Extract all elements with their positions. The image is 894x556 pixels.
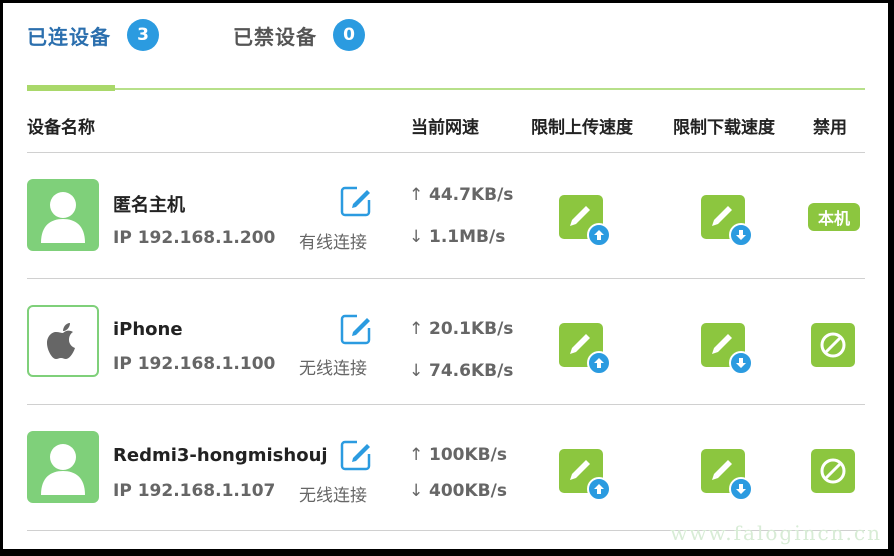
this-device-badge: 本机 [808, 203, 860, 231]
column-header-speed: 当前网速 [411, 118, 479, 138]
device-management-panel: 已连设备 3 已禁设备 0 设备名称 当前网速 限制上传速度 限制下载速度 禁用… [3, 3, 888, 549]
arrow-down-icon: ↓ [409, 481, 424, 501]
download-arrow-icon [729, 477, 753, 501]
upload-speed: ↑ 100KB/s [409, 445, 507, 465]
tab-connected-devices[interactable]: 已连设备 3 [27, 19, 159, 51]
limit-upload-button[interactable] [559, 195, 611, 247]
download-speed-value: 1.1MB/s [429, 227, 506, 247]
limit-download-button[interactable] [701, 323, 753, 375]
tab-active-indicator [27, 85, 115, 91]
arrow-down-icon: ↓ [409, 227, 424, 247]
tab-connected-label: 已连设备 [27, 24, 111, 49]
tab-banned-devices[interactable]: 已禁设备 0 [233, 19, 365, 51]
device-ip: IP 192.168.1.200 [113, 228, 276, 248]
ban-device-button[interactable] [811, 449, 855, 493]
download-speed: ↓ 74.6KB/s [409, 361, 513, 381]
watermark-text: www.falogincn.cn [670, 521, 882, 545]
arrow-up-icon: ↑ [409, 185, 424, 205]
tab-banned-label: 已禁设备 [233, 24, 317, 49]
arrow-down-icon: ↓ [409, 361, 424, 381]
upload-arrow-icon [587, 223, 611, 247]
edit-name-icon[interactable] [339, 184, 373, 218]
column-header-upload-limit: 限制上传速度 [531, 118, 633, 138]
device-name: Redmi3-hongmishouj [113, 445, 328, 466]
upload-arrow-icon [587, 477, 611, 501]
ban-device-button[interactable] [811, 323, 855, 367]
limit-upload-button[interactable] [559, 323, 611, 375]
column-header-download-limit: 限制下载速度 [673, 118, 775, 138]
block-icon [820, 332, 846, 358]
download-speed-value: 400KB/s [429, 481, 507, 501]
tab-banned-count-badge: 0 [333, 19, 365, 51]
upload-speed-value: 100KB/s [429, 445, 507, 465]
download-arrow-icon [729, 223, 753, 247]
table-row: iPhone IP 192.168.1.100 无线连接 ↑ 20.1KB/s ↓… [3, 279, 888, 405]
device-name: 匿名主机 [113, 195, 185, 216]
column-header-ban: 禁用 [813, 118, 847, 138]
block-icon [820, 458, 846, 484]
connection-type: 无线连接 [299, 486, 367, 506]
column-header-name: 设备名称 [27, 118, 95, 138]
limit-upload-button[interactable] [559, 449, 611, 501]
edit-name-icon[interactable] [339, 312, 373, 346]
table-row: Redmi3-hongmishouj IP 192.168.1.107 无线连接… [3, 405, 888, 531]
download-arrow-icon [729, 351, 753, 375]
connection-type: 无线连接 [299, 359, 367, 379]
limit-download-button[interactable] [701, 195, 753, 247]
device-name: iPhone [113, 319, 183, 340]
upload-speed: ↑ 20.1KB/s [409, 319, 513, 339]
download-speed-value: 74.6KB/s [429, 361, 514, 381]
table-row: 匿名主机 IP 192.168.1.200 有线连接 ↑ 44.7KB/s ↓ 1.… [3, 153, 888, 279]
connection-type: 有线连接 [299, 233, 367, 253]
device-tabs: 已连设备 3 已禁设备 0 [3, 3, 888, 93]
table-header: 设备名称 当前网速 限制上传速度 限制下载速度 禁用 [3, 103, 888, 153]
tab-divider [27, 88, 865, 90]
upload-arrow-icon [587, 351, 611, 375]
apple-icon [27, 305, 99, 377]
device-ip: IP 192.168.1.107 [113, 481, 276, 501]
upload-speed-value: 20.1KB/s [429, 319, 514, 339]
arrow-up-icon: ↑ [409, 319, 424, 339]
device-ip: IP 192.168.1.100 [113, 354, 276, 374]
person-icon [27, 431, 99, 503]
upload-speed: ↑ 44.7KB/s [409, 185, 513, 205]
tab-connected-count-badge: 3 [127, 19, 159, 51]
arrow-up-icon: ↑ [409, 445, 424, 465]
download-speed: ↓ 400KB/s [409, 481, 507, 501]
person-icon [27, 179, 99, 251]
upload-speed-value: 44.7KB/s [429, 185, 514, 205]
limit-download-button[interactable] [701, 449, 753, 501]
download-speed: ↓ 1.1MB/s [409, 227, 505, 247]
edit-name-icon[interactable] [339, 438, 373, 472]
